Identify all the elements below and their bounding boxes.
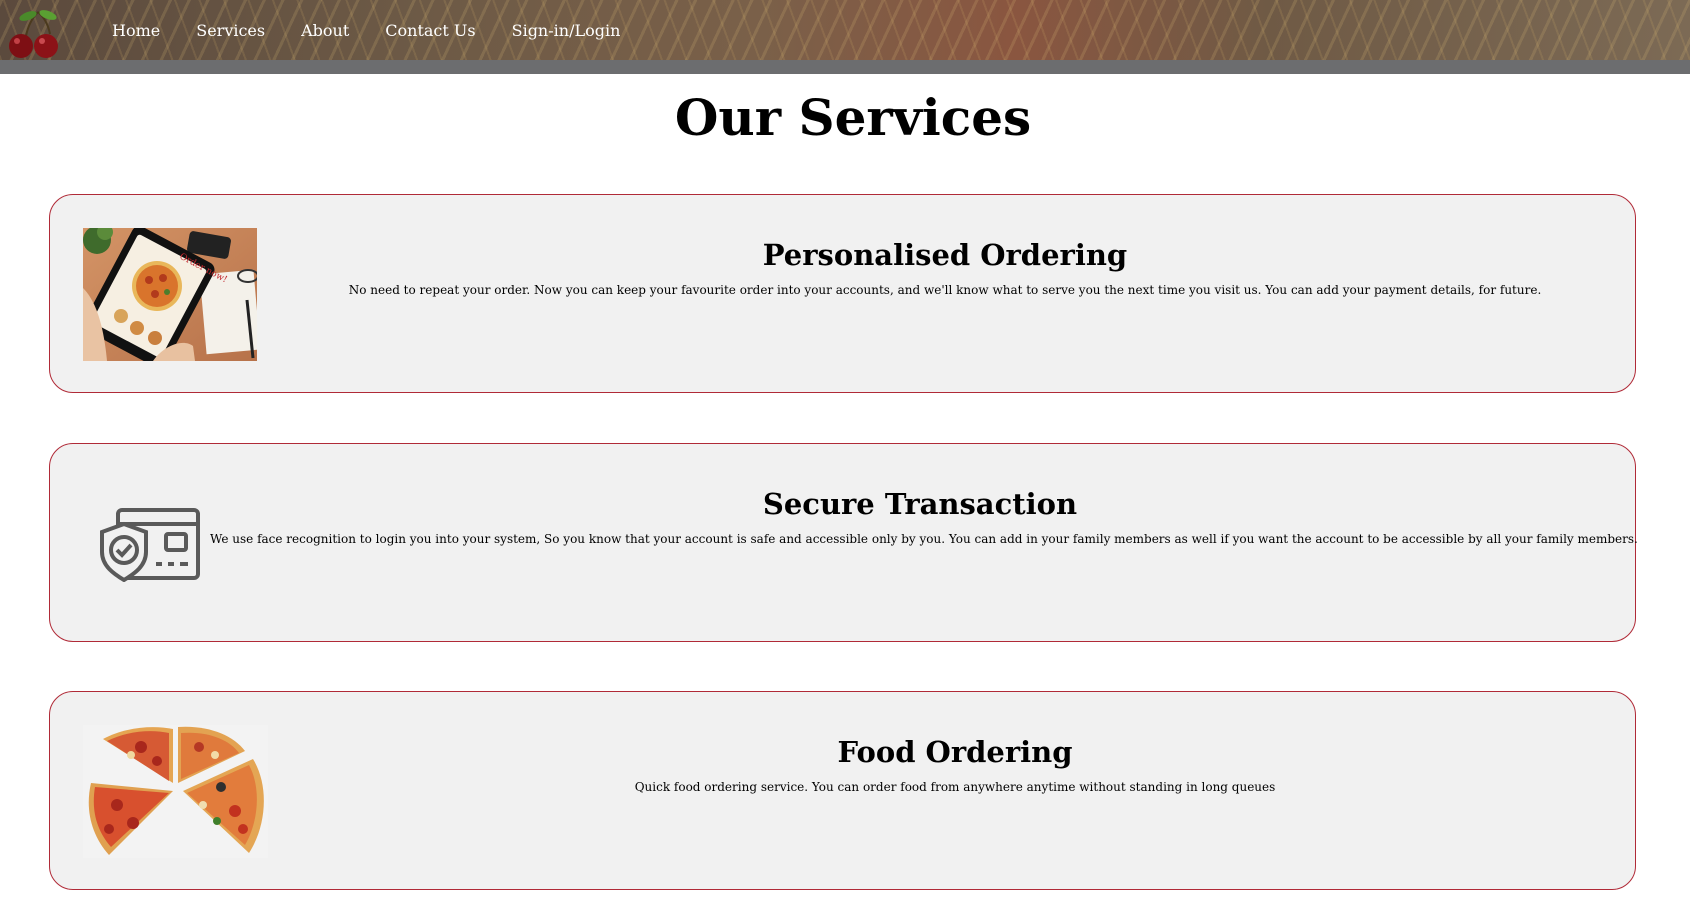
service-description: No need to repeat your order. Now you ca…	[348, 283, 1542, 297]
nav-link-about[interactable]: About	[301, 21, 349, 40]
nav-link-sign-in-login[interactable]: Sign-in/Login	[512, 21, 621, 40]
service-card-body: Personalised Ordering No need to repeat …	[260, 237, 1630, 297]
nav-link-home[interactable]: Home	[112, 21, 160, 40]
service-card-food-ordering: Food Ordering Quick food ordering servic…	[49, 691, 1636, 890]
secure-card-icon	[100, 508, 200, 582]
service-card-personalised-ordering: Order now! Personalised Ordering No need…	[49, 194, 1636, 393]
page-title: Our Services	[674, 88, 1032, 147]
service-title: Food Ordering	[837, 735, 1073, 769]
service-title: Secure Transaction	[762, 487, 1078, 521]
nav-link-services[interactable]: Services	[196, 21, 265, 40]
service-card-body: Food Ordering Quick food ordering servic…	[280, 734, 1630, 794]
tablet-ordering-image: Order now!	[83, 228, 257, 361]
service-description: Quick food ordering service. You can ord…	[634, 780, 1276, 794]
nav-menu: Home Services About Contact Us Sign-in/L…	[112, 0, 656, 60]
navbar: Home Services About Contact Us Sign-in/L…	[0, 0, 1690, 60]
service-card-secure-transaction: Secure Transaction We use face recogniti…	[49, 443, 1638, 642]
service-description: We use face recognition to login you int…	[210, 532, 1638, 546]
navbar-divider	[0, 60, 1690, 74]
pizza-slices-image	[83, 725, 268, 858]
cherry-logo[interactable]	[6, 8, 64, 60]
service-card-body: Secure Transaction We use face recogniti…	[210, 486, 1638, 546]
service-title: Personalised Ordering	[762, 238, 1128, 272]
nav-link-contact-us[interactable]: Contact Us	[385, 21, 475, 40]
